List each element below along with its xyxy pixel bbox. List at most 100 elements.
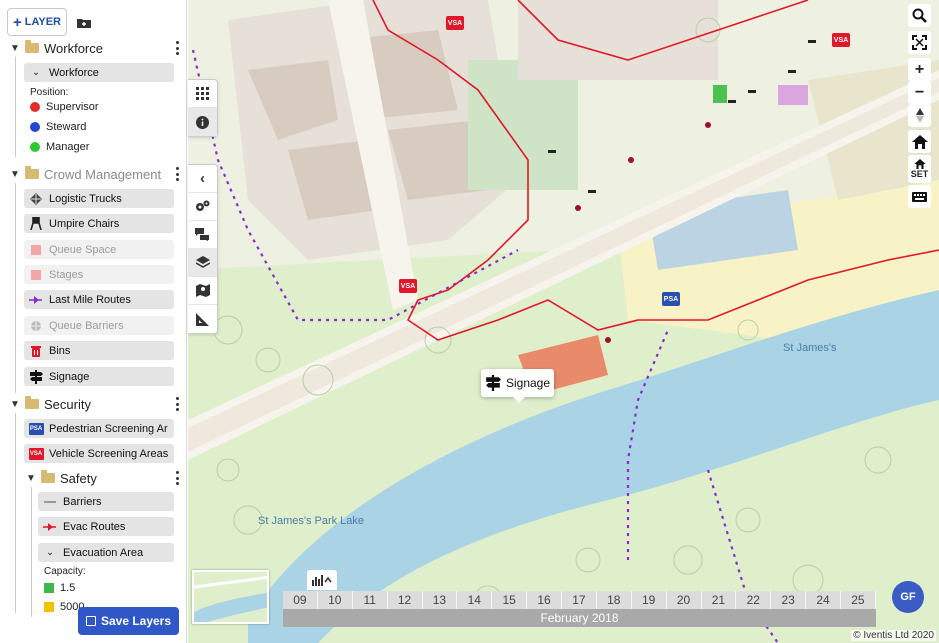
map-pin-button[interactable] bbox=[188, 277, 217, 305]
layer-queue-space[interactable]: Queue Space bbox=[24, 240, 174, 259]
fullscreen-button[interactable] bbox=[908, 31, 931, 54]
comments-icon bbox=[195, 228, 209, 241]
chevron-down-icon[interactable]: ⌄ bbox=[28, 66, 44, 80]
info-button[interactable] bbox=[188, 108, 217, 136]
route-arrow-icon bbox=[28, 293, 44, 307]
measure-button[interactable] bbox=[188, 305, 217, 333]
layers-sidebar: + LAYER ▼ Workforce ⌄ Workforce Position… bbox=[0, 0, 187, 643]
timeline-days: 09 10 11 12 13 14 15 16 17 18 19 20 21 22 23 24 25 bbox=[283, 591, 876, 609]
chevron-down-icon[interactable]: ▼ bbox=[9, 169, 21, 180]
zoom-out-button[interactable]: − bbox=[908, 81, 931, 104]
timeline-day[interactable]: 09 bbox=[283, 591, 318, 609]
group-workforce[interactable]: ▼ Workforce bbox=[9, 39, 179, 57]
chevron-down-icon[interactable]: ▼ bbox=[9, 399, 21, 410]
group-label: Crowd Management bbox=[44, 166, 162, 182]
vsa-marker[interactable]: VSA bbox=[446, 16, 464, 30]
search-icon bbox=[912, 8, 927, 23]
timeline-day[interactable]: 13 bbox=[422, 591, 458, 609]
map-toolbar-main: ‹ bbox=[188, 164, 218, 334]
layer-stages[interactable]: Stages bbox=[24, 265, 174, 284]
collapse-sidebar-button[interactable]: ‹ bbox=[188, 165, 217, 193]
group-label: Workforce bbox=[44, 40, 103, 56]
compass-button[interactable] bbox=[908, 104, 931, 127]
timeline-day[interactable]: 10 bbox=[317, 591, 353, 609]
timeline-day[interactable]: 12 bbox=[387, 591, 423, 609]
layer-vehicle-screening[interactable]: VSA Vehicle Screening Areas bbox=[24, 444, 174, 463]
evac-arrow-icon bbox=[42, 520, 58, 534]
kebab-menu-icon[interactable] bbox=[175, 471, 179, 485]
psa-marker[interactable]: PSA bbox=[662, 292, 680, 306]
timeline-day[interactable]: 11 bbox=[352, 591, 388, 609]
square-icon bbox=[28, 243, 44, 257]
folder-icon bbox=[25, 396, 39, 409]
settings-button[interactable] bbox=[188, 193, 217, 221]
layer-signage[interactable]: Signage bbox=[24, 367, 174, 386]
grid-icon bbox=[196, 87, 209, 100]
search-button[interactable] bbox=[908, 4, 931, 27]
minimap[interactable] bbox=[192, 570, 269, 624]
signpost-icon bbox=[486, 375, 501, 391]
dot-icon bbox=[30, 142, 40, 152]
kebab-menu-icon[interactable] bbox=[175, 397, 179, 411]
layer-barriers[interactable]: Barriers bbox=[38, 492, 174, 511]
chevron-down-icon[interactable]: ▼ bbox=[25, 473, 37, 484]
vsa-marker[interactable]: VSA bbox=[399, 279, 417, 293]
timeline-day[interactable]: 18 bbox=[596, 591, 632, 609]
timeline-day[interactable]: 20 bbox=[666, 591, 702, 609]
timeline-day[interactable]: 16 bbox=[527, 591, 562, 609]
layer-last-mile-routes[interactable]: Last Mile Routes bbox=[24, 290, 174, 309]
comments-button[interactable] bbox=[188, 221, 217, 249]
square-icon bbox=[28, 268, 44, 282]
zoom-in-button[interactable]: + bbox=[908, 58, 931, 81]
timeline-day[interactable]: 25 bbox=[841, 591, 876, 609]
layer-queue-barriers[interactable]: Queue Barriers bbox=[24, 316, 174, 335]
timeline-day[interactable]: 21 bbox=[701, 591, 737, 609]
psa-badge-icon: PSA bbox=[28, 422, 44, 436]
group-safety[interactable]: ▼ Safety bbox=[25, 469, 179, 487]
map-toolbar-top bbox=[188, 79, 218, 137]
home-button[interactable] bbox=[908, 130, 931, 153]
layer-logistic-trucks[interactable]: Logistic Trucks bbox=[24, 189, 174, 208]
layer-pedestrian-screening[interactable]: PSA Pedestrian Screening Ar bbox=[24, 419, 174, 438]
group-crowd-management[interactable]: ▼ Crowd Management bbox=[9, 165, 179, 183]
set-home-button[interactable]: SET bbox=[908, 155, 931, 183]
layer-evac-routes[interactable]: Evac Routes bbox=[38, 517, 174, 536]
signage-tooltip: Signage bbox=[481, 369, 554, 403]
vsa-marker[interactable]: VSA bbox=[832, 33, 850, 47]
barrier-icon bbox=[28, 319, 44, 333]
layer-evacuation-area[interactable]: ⌄ Evacuation Area bbox=[38, 543, 174, 562]
map-base bbox=[188, 0, 939, 643]
chevron-down-icon[interactable]: ⌄ bbox=[42, 546, 58, 560]
kebab-menu-icon[interactable] bbox=[175, 167, 179, 181]
group-security[interactable]: ▼ Security bbox=[9, 395, 179, 413]
grid-view-button[interactable] bbox=[188, 80, 217, 108]
kebab-menu-icon[interactable] bbox=[175, 41, 179, 55]
timeline-day[interactable]: 19 bbox=[631, 591, 667, 609]
signpost-icon bbox=[28, 369, 44, 384]
timeline: 09 10 11 12 13 14 15 16 17 18 19 20 21 22 23 24 25 Febru… bbox=[283, 591, 876, 627]
save-layers-button[interactable]: Save Layers bbox=[78, 607, 179, 635]
timeline-day[interactable]: 15 bbox=[492, 591, 528, 609]
timeline-day[interactable]: 23 bbox=[771, 591, 807, 609]
timeline-day[interactable]: 14 bbox=[457, 591, 493, 609]
user-avatar[interactable]: GF bbox=[892, 581, 924, 613]
layers-button[interactable] bbox=[188, 249, 217, 277]
bin-icon bbox=[28, 344, 44, 358]
timeline-day[interactable]: 22 bbox=[736, 591, 772, 609]
timeline-day[interactable]: 24 bbox=[806, 591, 841, 609]
legend-item: 1.5 bbox=[44, 582, 75, 594]
chevron-down-icon[interactable]: ▼ bbox=[9, 43, 21, 54]
compass-icon bbox=[915, 108, 924, 123]
workforce-layer-header[interactable]: ⌄ Workforce bbox=[24, 63, 174, 82]
timeline-day[interactable]: 17 bbox=[562, 591, 597, 609]
add-folder-icon[interactable] bbox=[77, 17, 91, 28]
map-canvas[interactable]: St James's St James's Park Lake VSA VSA … bbox=[188, 0, 939, 643]
timeline-toggle-button[interactable] bbox=[307, 570, 337, 590]
copyright-text: © Iventis Ltd 2020 bbox=[851, 630, 936, 641]
layer-umpire-chairs[interactable]: Umpire Chairs bbox=[24, 214, 174, 233]
layer-bins[interactable]: Bins bbox=[24, 341, 174, 360]
expand-icon bbox=[912, 35, 927, 50]
ruler-icon bbox=[196, 312, 209, 326]
keyboard-button[interactable] bbox=[908, 185, 931, 208]
add-layer-button[interactable]: + LAYER bbox=[7, 8, 67, 36]
